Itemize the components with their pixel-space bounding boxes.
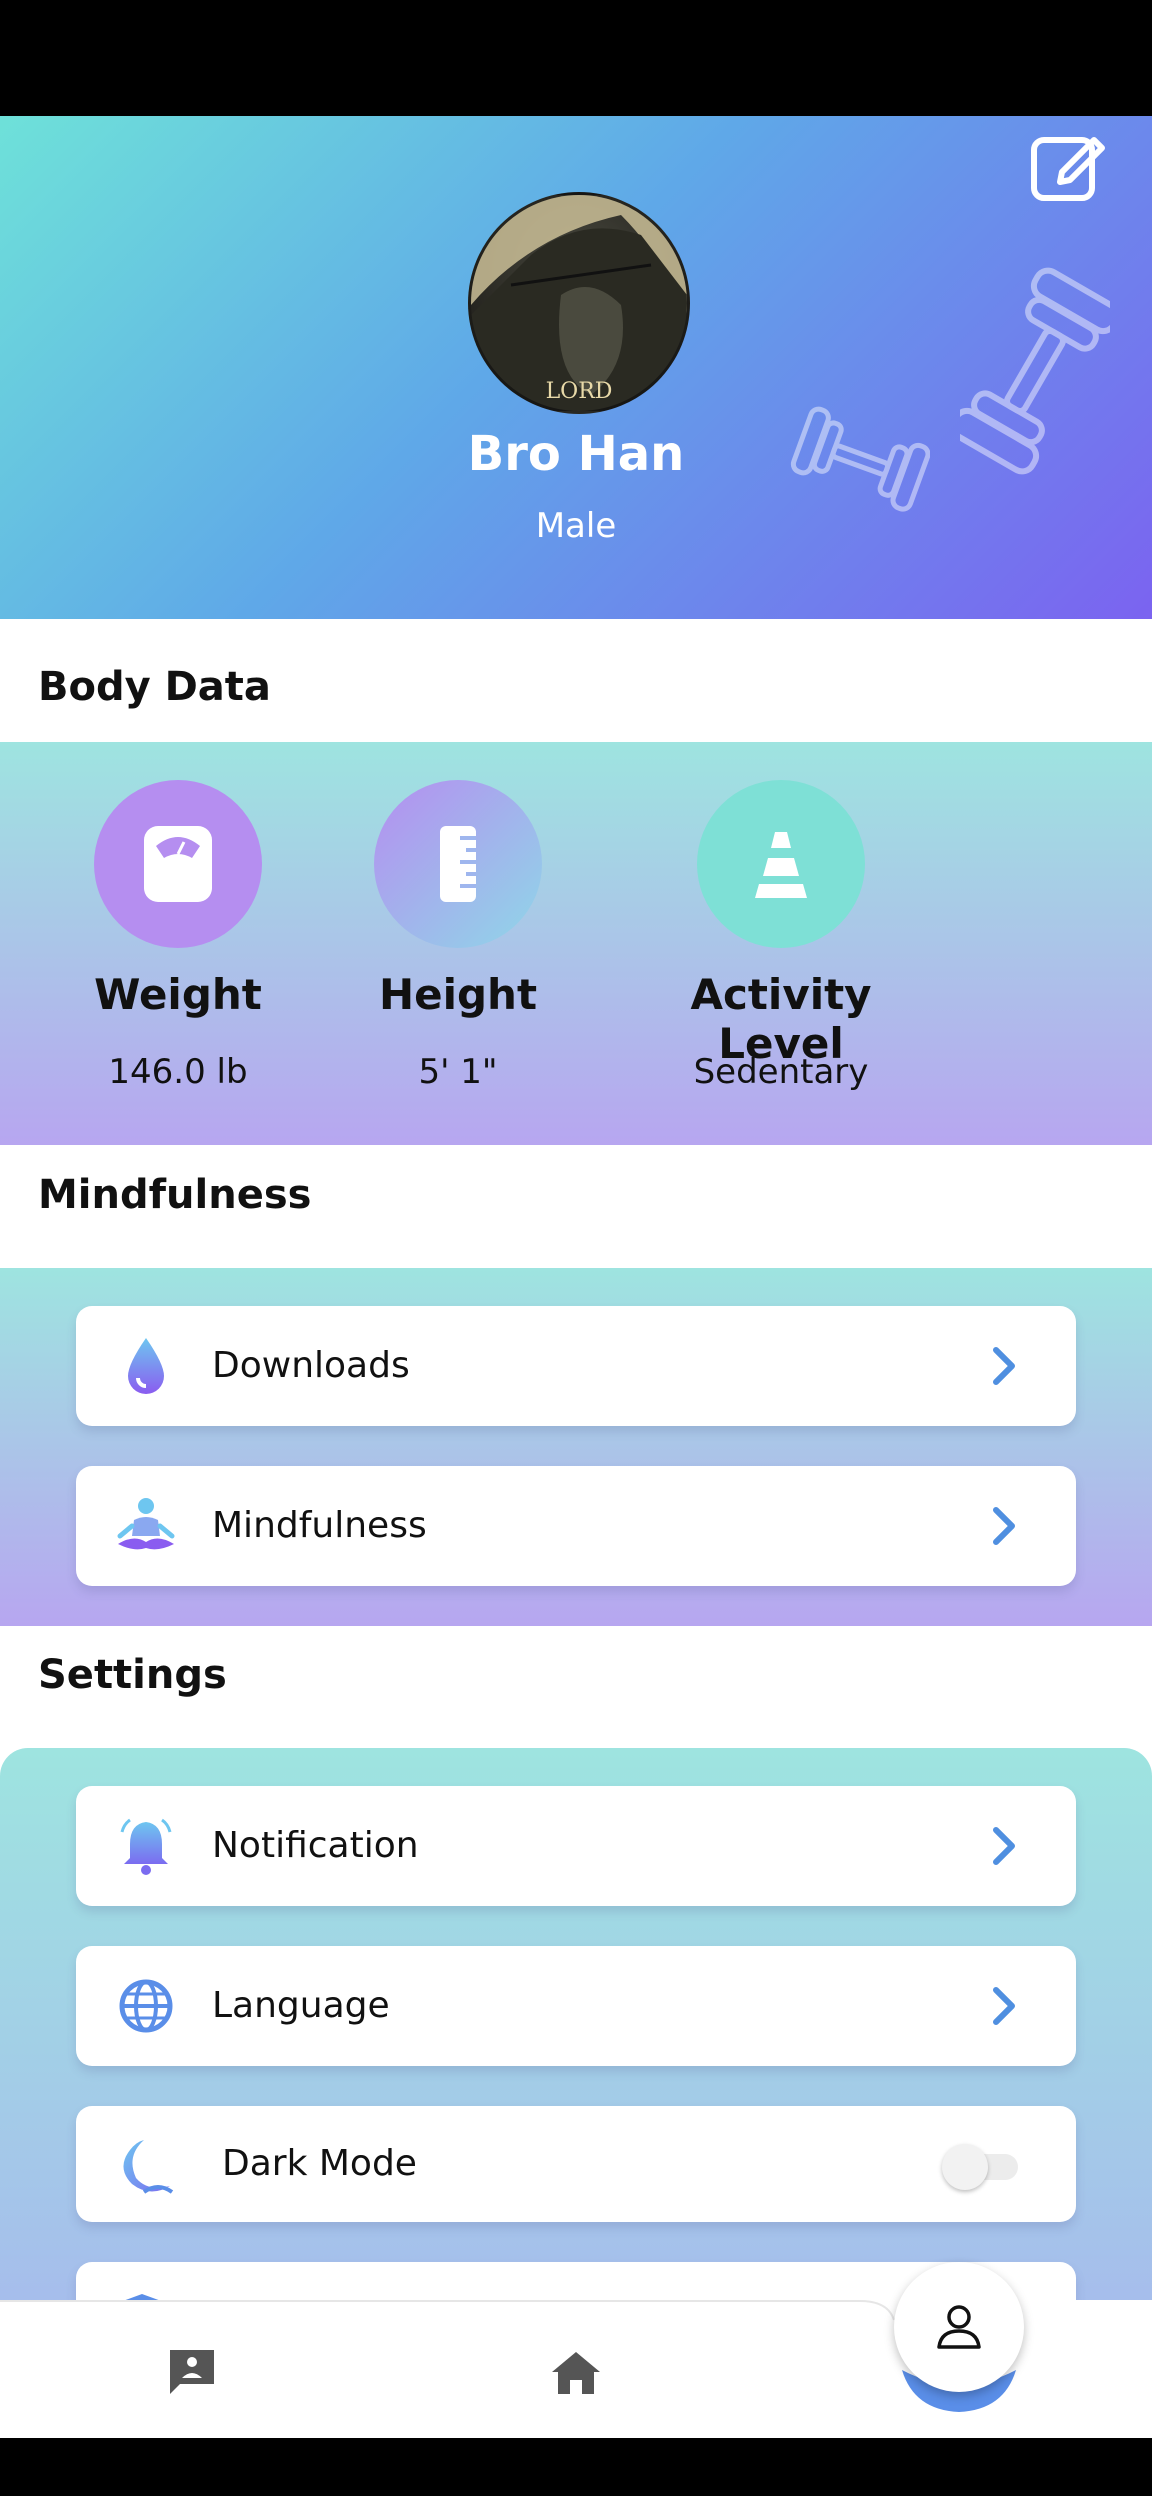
settings-panel: Notification Language Dark Mode [0, 1748, 1152, 2382]
profile-name: Bro Han [467, 426, 685, 482]
bell-icon [120, 1818, 172, 1875]
chevron-right-icon [993, 1987, 1015, 2025]
weight-label: Weight [94, 970, 262, 1019]
scale-icon [144, 826, 212, 902]
edit-profile-button[interactable] [1028, 126, 1108, 206]
chat-icon[interactable] [166, 2348, 218, 2396]
dark-mode-label: Dark Mode [222, 2143, 417, 2184]
avatar-caption: LORD [545, 379, 613, 404]
body-data-panel: Weight 146.0 lb Height 5' 1" Activity Le… [0, 742, 1152, 1145]
chevron-right-icon [993, 1827, 1015, 1865]
system-nav-bar [0, 2438, 1152, 2496]
activity-stat-button[interactable] [697, 780, 865, 948]
section-title-settings: Settings [38, 1652, 227, 1698]
globe-icon [119, 1979, 173, 2033]
notification-row[interactable]: Notification [76, 1786, 1076, 1906]
chevron-right-icon [993, 1347, 1015, 1385]
mindfulness-row[interactable]: Mindfulness [76, 1466, 1076, 1586]
avatar[interactable]: LORD [468, 192, 690, 414]
ruler-icon [440, 826, 476, 902]
language-label: Language [212, 1985, 390, 2026]
profile-header: LORD Bro Han Male [0, 116, 1152, 619]
profile-gender: Male [535, 506, 617, 546]
dark-mode-toggle[interactable] [942, 2144, 1020, 2190]
mindfulness-panel: Downloads Mindfulness [0, 1268, 1152, 1626]
drop-icon [128, 1338, 164, 1394]
language-row[interactable]: Language [76, 1946, 1076, 2066]
weight-value: 146.0 lb [108, 1052, 248, 1092]
cone-icon [755, 832, 807, 898]
status-bar [0, 0, 1152, 116]
notification-label: Notification [212, 1825, 419, 1866]
section-title-body-data: Body Data [38, 664, 271, 710]
toggle-knob [942, 2144, 988, 2190]
mindfulness-label: Mindfulness [212, 1505, 427, 1546]
weight-stat-button[interactable] [94, 780, 262, 948]
dark-mode-row: Dark Mode [76, 2106, 1076, 2222]
moon-icon [123, 2140, 174, 2194]
home-icon[interactable] [550, 2350, 602, 2396]
nav-profile-button[interactable] [894, 2262, 1024, 2392]
chevron-right-icon [993, 1507, 1015, 1545]
downloads-row[interactable]: Downloads [76, 1306, 1076, 1426]
meditation-icon [117, 1498, 175, 1550]
section-title-mindfulness: Mindfulness [38, 1172, 312, 1218]
height-label: Height [378, 970, 538, 1019]
downloads-label: Downloads [212, 1345, 410, 1386]
height-stat-button[interactable] [374, 780, 542, 948]
profile-icon [937, 2305, 981, 2349]
height-value: 5' 1" [418, 1052, 498, 1092]
activity-value: Sedentary [693, 1052, 869, 1092]
